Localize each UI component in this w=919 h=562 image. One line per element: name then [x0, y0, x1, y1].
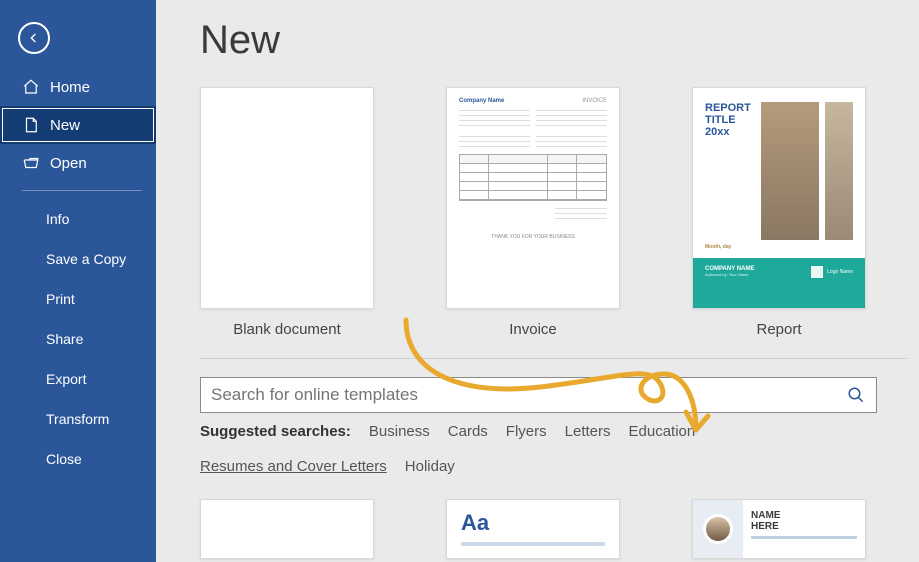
page-title: New — [200, 18, 919, 63]
suggested-link-letters[interactable]: Letters — [565, 423, 611, 440]
sidebar-item-home[interactable]: Home — [0, 68, 156, 106]
template-label: Invoice — [509, 321, 557, 338]
backstage-sidebar: Home New Open Info Save a Copy Print Sha… — [0, 0, 156, 562]
sidebar-item-print[interactable]: Print — [0, 279, 156, 319]
template-card-invoice[interactable]: Company Name INVOICE — [446, 87, 620, 338]
report-subhead: Month, day — [705, 244, 853, 250]
suggested-searches: Suggested searches: Business Cards Flyer… — [200, 423, 877, 475]
main-pane: New Blank document Company Name INVOICE — [156, 0, 919, 562]
search-button[interactable] — [836, 386, 876, 404]
report-image — [825, 102, 853, 240]
sidebar-item-share[interactable]: Share — [0, 319, 156, 359]
report-title2: 20xx — [705, 126, 755, 138]
template-thumb: Company Name INVOICE — [446, 87, 620, 309]
sidebar-separator — [22, 190, 142, 191]
sidebar-item-label: New — [50, 117, 80, 134]
resume-photo-icon — [693, 500, 743, 558]
sidebar-item-new[interactable]: New — [0, 106, 156, 144]
section-divider — [200, 358, 907, 359]
sidebar-item-info[interactable]: Info — [0, 199, 156, 239]
resume-name-line: NAME — [751, 510, 857, 521]
sidebar-item-save-a-copy[interactable]: Save a Copy — [0, 239, 156, 279]
suggested-link-cards[interactable]: Cards — [448, 423, 488, 440]
invoice-brand: Company Name — [459, 98, 504, 104]
template-thumb: REPORT TITLE 20xx Month, day COMPANY NAM… — [692, 87, 866, 309]
search-icon — [847, 386, 865, 404]
search-box[interactable] — [200, 377, 877, 413]
report-logo: Logo Name — [811, 266, 853, 278]
sidebar-item-label: Open — [50, 155, 87, 172]
suggested-label: Suggested searches: — [200, 423, 351, 440]
featured-templates-row: Blank document Company Name INVOICE — [200, 87, 919, 338]
suggested-link-holiday[interactable]: Holiday — [405, 458, 455, 475]
invoice-header: INVOICE — [582, 98, 607, 104]
invoice-footer: THANK YOU FOR YOUR BUSINESS — [459, 234, 607, 240]
template-card-result[interactable]: NAME HERE — [692, 499, 866, 559]
home-icon — [22, 78, 40, 96]
template-card-result[interactable] — [200, 499, 374, 559]
template-label: Report — [756, 321, 801, 338]
report-title1: REPORT TITLE — [705, 102, 755, 126]
sidebar-item-transform[interactable]: Transform — [0, 399, 156, 439]
folder-open-icon — [22, 154, 40, 172]
back-button[interactable] — [18, 22, 50, 54]
sidebar-item-label: Home — [50, 79, 90, 96]
document-icon — [22, 116, 40, 134]
suggested-link-education[interactable]: Education — [629, 423, 696, 440]
template-thumb-text: Aa — [461, 510, 489, 535]
sidebar-item-open[interactable]: Open — [0, 144, 156, 182]
suggested-link-flyers[interactable]: Flyers — [506, 423, 547, 440]
template-results-row: Aa NAME HERE — [200, 499, 919, 559]
suggested-link-resumes-and-cover-letters[interactable]: Resumes and Cover Letters — [200, 458, 387, 475]
template-card-blank-document[interactable]: Blank document — [200, 87, 374, 338]
template-card-report[interactable]: REPORT TITLE 20xx Month, day COMPANY NAM… — [692, 87, 866, 338]
report-image — [761, 102, 819, 240]
report-author: Authored by: Your Name — [705, 272, 754, 277]
template-thumb — [200, 87, 374, 309]
template-search: Suggested searches: Business Cards Flyer… — [200, 377, 877, 475]
resume-name-line: HERE — [751, 521, 857, 532]
search-input[interactable] — [201, 385, 836, 405]
back-arrow-icon — [26, 30, 42, 46]
sidebar-item-export[interactable]: Export — [0, 359, 156, 399]
template-label: Blank document — [233, 321, 341, 338]
suggested-link-business[interactable]: Business — [369, 423, 430, 440]
sidebar-item-close[interactable]: Close — [0, 439, 156, 479]
template-card-result[interactable]: Aa — [446, 499, 620, 559]
